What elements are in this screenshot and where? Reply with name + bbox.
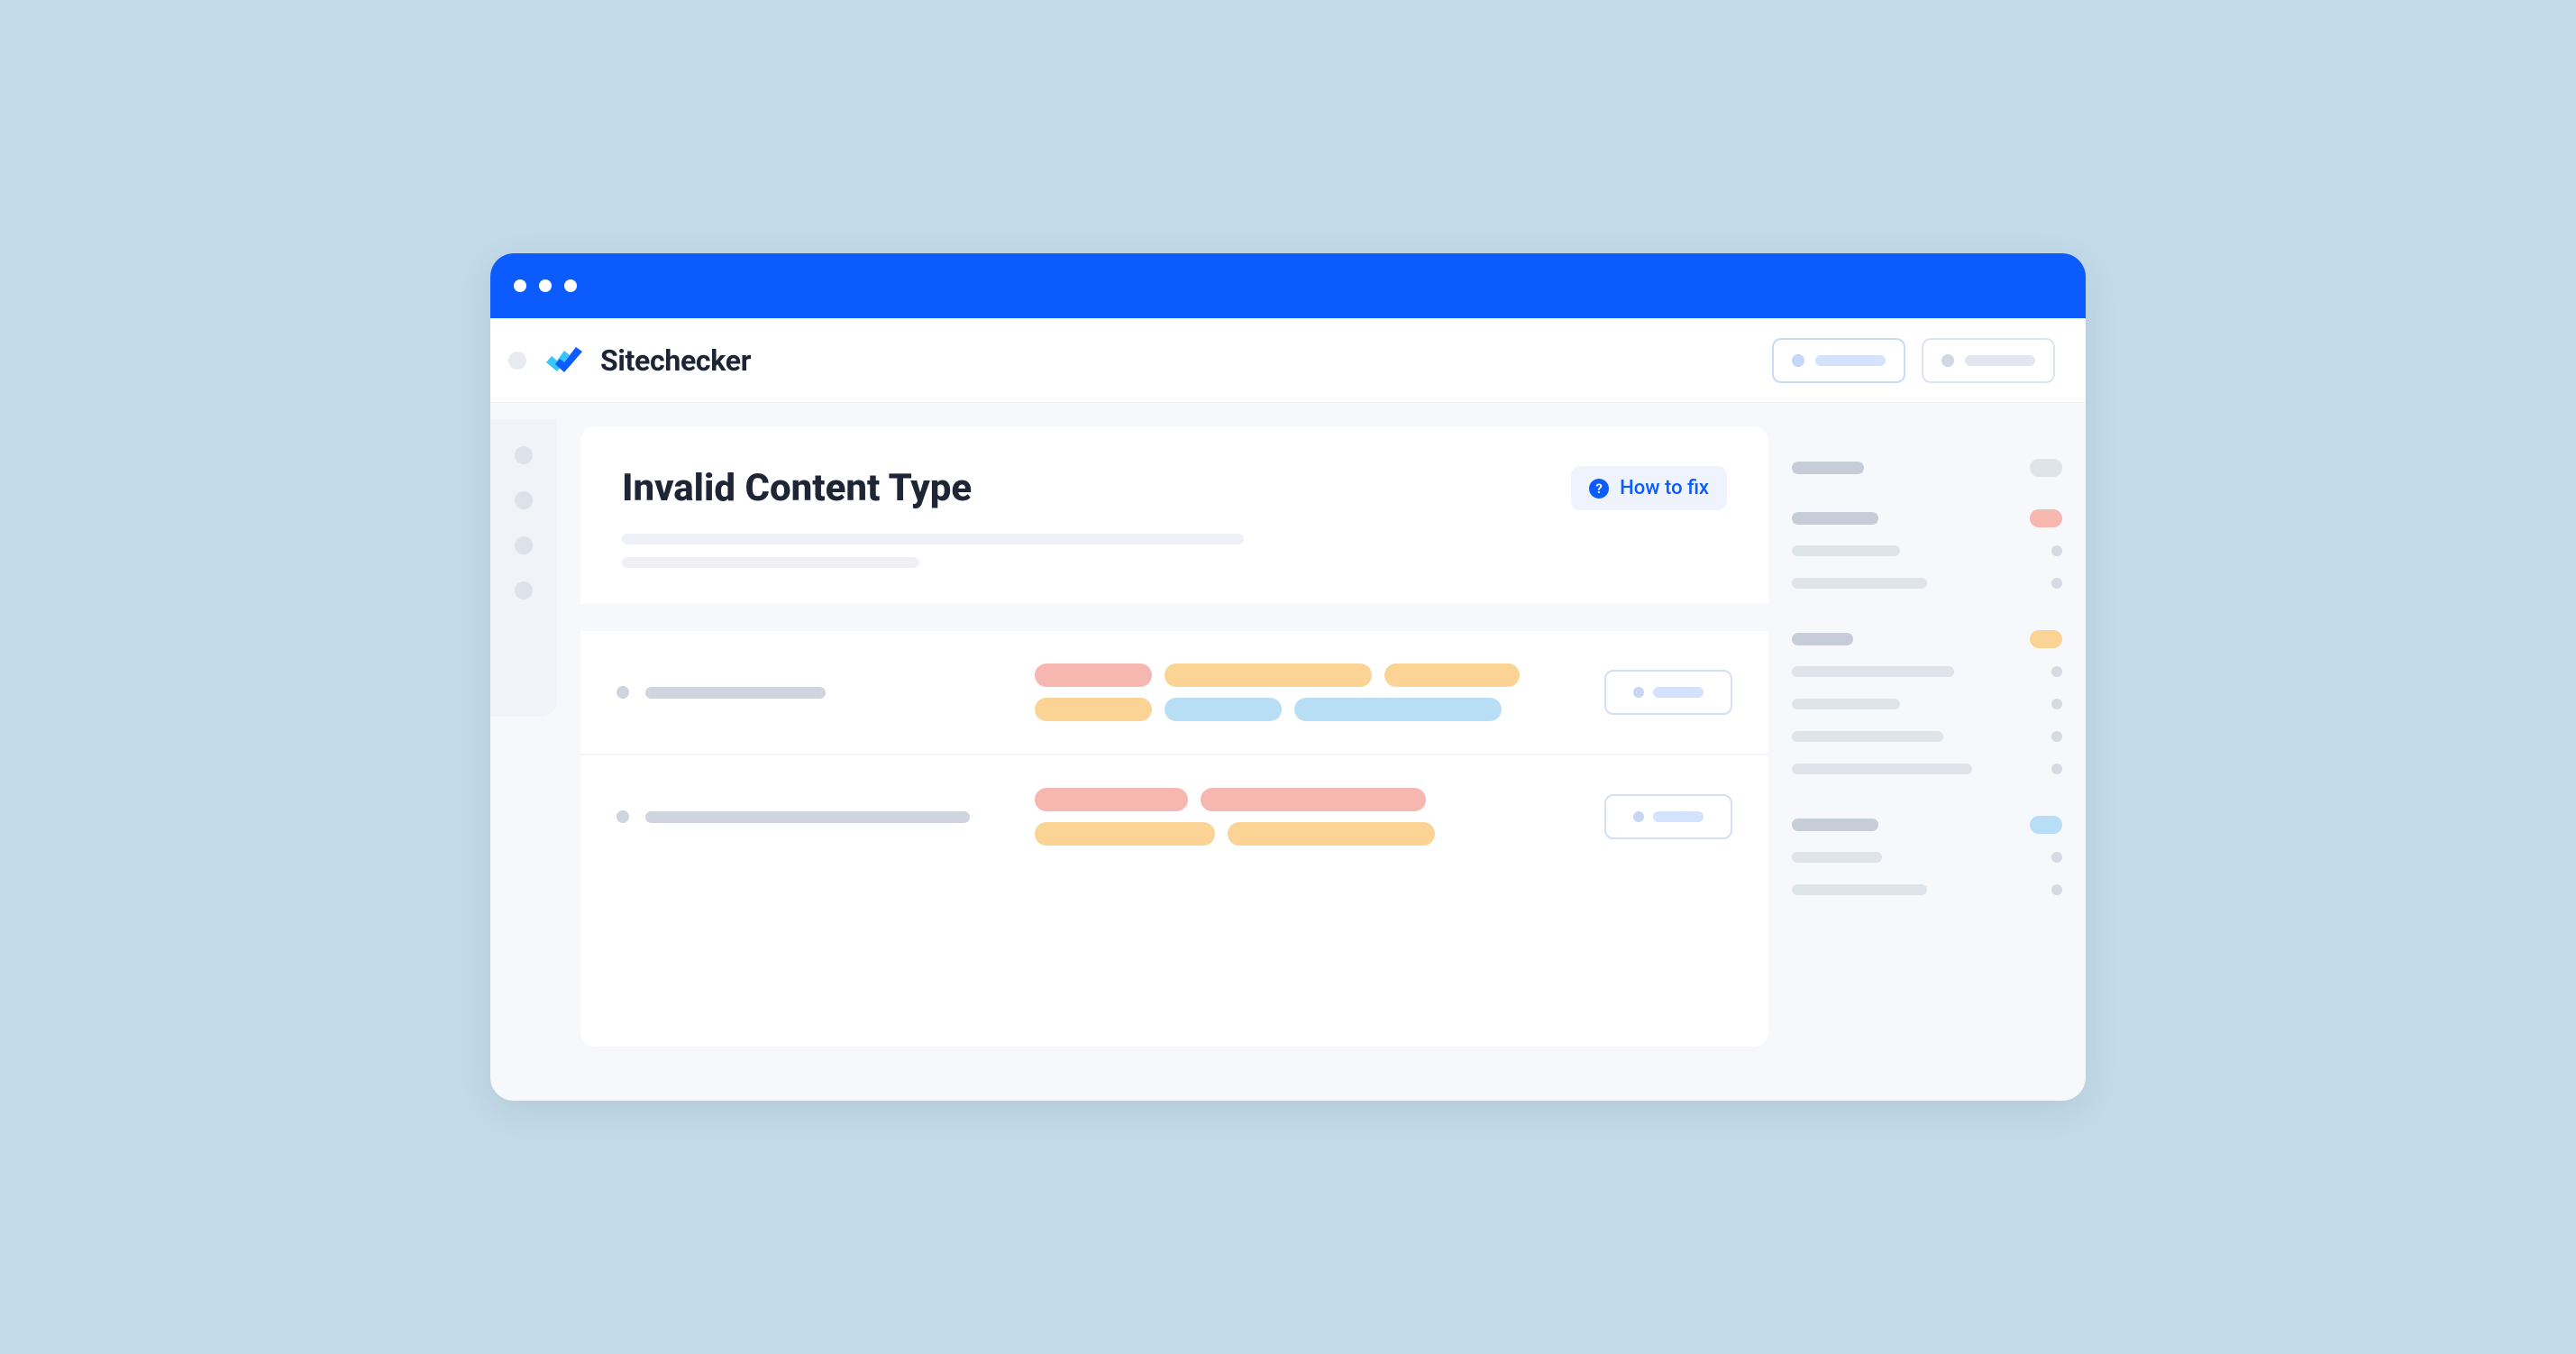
panel-group xyxy=(1792,630,2062,778)
traffic-light-close[interactable] xyxy=(514,279,526,292)
sidebar-nav xyxy=(490,419,557,717)
placeholder-dot xyxy=(1941,354,1954,367)
issue-name xyxy=(617,810,1004,823)
placeholder-bar xyxy=(1965,355,2035,366)
brand-logo-icon xyxy=(543,343,584,379)
issue-name xyxy=(617,686,1004,699)
description-placeholder xyxy=(622,534,1727,568)
sidebar-item[interactable] xyxy=(515,536,533,554)
help-icon: ? xyxy=(1589,479,1609,499)
brand-name: Sitechecker xyxy=(600,343,751,378)
how-to-fix-label: How to fix xyxy=(1620,477,1709,499)
row-action-button[interactable] xyxy=(1604,794,1732,839)
toolbar-primary-button[interactable] xyxy=(1772,338,1905,383)
main-area: Invalid Content Type ? How to fix xyxy=(557,403,2086,1101)
placeholder-bar xyxy=(1815,355,1886,366)
window-titlebar xyxy=(490,253,2086,318)
page-title: Invalid Content Type xyxy=(622,466,972,510)
placeholder-dot xyxy=(1792,354,1804,367)
traffic-light-zoom[interactable] xyxy=(564,279,577,292)
how-to-fix-button[interactable]: ? How to fix xyxy=(1571,466,1727,510)
menu-toggle-icon[interactable] xyxy=(508,352,526,370)
issue-row xyxy=(580,755,1768,878)
issue-tags xyxy=(1035,663,1557,721)
right-panel xyxy=(1792,426,2062,1101)
panel-group xyxy=(1792,459,2062,592)
sidebar-item[interactable] xyxy=(515,446,533,464)
filter-strip xyxy=(580,604,1768,631)
top-toolbar: Sitechecker xyxy=(490,318,2086,403)
content-card: Invalid Content Type ? How to fix xyxy=(580,426,1768,1047)
card-header: Invalid Content Type ? How to fix xyxy=(580,426,1768,604)
issue-row xyxy=(580,631,1768,755)
app-window: Sitechecker Invalid Content Type xyxy=(490,253,2086,1101)
sidebar-item[interactable] xyxy=(515,491,533,509)
panel-group xyxy=(1792,816,2062,899)
sidebar-item[interactable] xyxy=(515,581,533,599)
main-body: Invalid Content Type ? How to fix xyxy=(490,403,2086,1101)
row-action-button[interactable] xyxy=(1604,670,1732,715)
traffic-light-minimize[interactable] xyxy=(539,279,552,292)
issue-tags xyxy=(1035,788,1557,846)
toolbar-secondary-button[interactable] xyxy=(1922,338,2055,383)
